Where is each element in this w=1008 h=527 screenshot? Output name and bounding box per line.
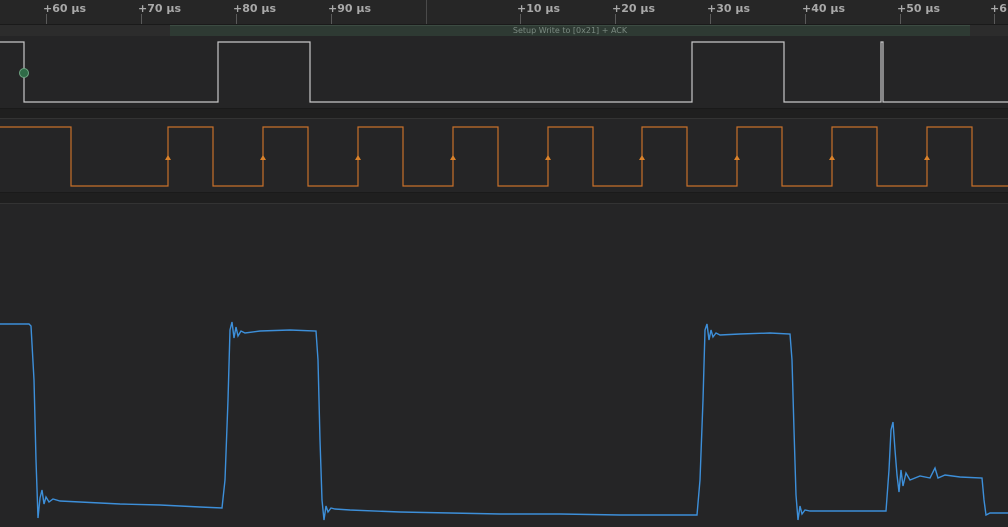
edge-marker xyxy=(924,155,930,160)
channel-marker[interactable] xyxy=(19,68,29,78)
edge-marker xyxy=(260,155,266,160)
sda-waveform[interactable] xyxy=(0,41,1008,103)
edge-marker xyxy=(355,155,361,160)
edge-marker xyxy=(545,155,551,160)
edge-marker xyxy=(829,155,835,160)
analog-waveform[interactable] xyxy=(0,321,1008,521)
edge-marker xyxy=(165,155,171,160)
edge-marker xyxy=(450,155,456,160)
edge-marker xyxy=(639,155,645,160)
scl-waveform[interactable] xyxy=(0,126,1008,187)
edge-marker xyxy=(734,155,740,160)
waveform-area[interactable] xyxy=(0,0,1008,527)
